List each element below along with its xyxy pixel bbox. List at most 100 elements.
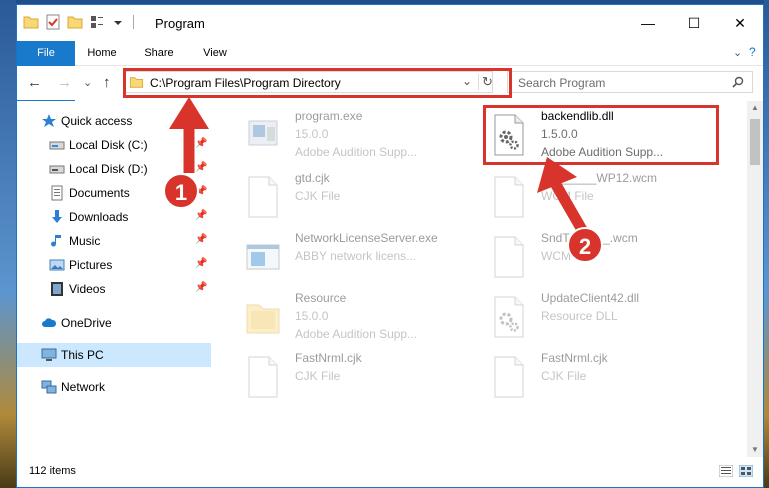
status-bar: 112 items [17, 457, 763, 487]
minimize-button[interactable]: — [625, 5, 671, 41]
file-type: WCM File [541, 189, 594, 203]
address-bar-highlight [123, 68, 512, 98]
file-item-networklicenseserver-exe[interactable]: NetworkLicenseServer.exe ABBY network li… [237, 227, 477, 287]
scroll-up-icon[interactable]: ▲ [751, 103, 759, 112]
ribbon: File Home Share View ⌄ ? [17, 41, 763, 101]
file-name: Resource [295, 291, 347, 305]
window-exe-icon [246, 244, 280, 270]
file-explorer-window: Program — ☐ ✕ File Home Share View ⌄ ? ←… [16, 4, 764, 488]
sidebar-item-label: Pictures [69, 258, 113, 272]
file-item-fastnrml-cjk[interactable]: FastNrml.cjk CJK File [237, 347, 477, 407]
file-item-resource[interactable]: Resource 15.0.0 Adobe Audition Supp... [237, 287, 477, 347]
sidebar-item-label: Local Disk (C:) [69, 138, 148, 152]
sidebar-item-this-pc[interactable]: This PC [17, 343, 211, 367]
file-item-updateclient42-dll[interactable]: UpdateClient42.dll Resource DLL [483, 287, 723, 347]
desktop-wallpaper-left [0, 0, 16, 488]
up-button[interactable]: ↑ [103, 74, 111, 91]
vertical-scrollbar[interactable]: ▲ ▼ [747, 101, 763, 457]
pin-icon[interactable]: 📌 [195, 210, 207, 221]
download-icon [52, 210, 62, 223]
customize-toolbar-icon[interactable] [113, 14, 123, 30]
scroll-down-icon[interactable]: ▼ [751, 445, 759, 454]
file-description: ABBY network licens... [295, 249, 417, 263]
file-version: 15.0.0 [295, 309, 329, 323]
file-item-gtd-cjk[interactable]: gtd.cjk CJK File [237, 167, 477, 227]
sidebar-item-onedrive[interactable]: OneDrive [17, 311, 211, 335]
file-type: CJK File [295, 189, 341, 203]
pin-icon[interactable]: 📌 [195, 282, 207, 293]
item-count: 112 items [29, 465, 76, 477]
file-name: UpdateClient42.dll [541, 291, 640, 305]
network-icon [41, 380, 57, 394]
title-bar: Program — ☐ ✕ [17, 5, 763, 41]
navigation-pane: Quick access Local Disk (C:) 📌 Local Dis… [17, 101, 211, 457]
sidebar-item-videos[interactable]: Videos 📌 [17, 277, 211, 301]
pin-icon[interactable]: 📌 [195, 162, 207, 173]
file-name: SF______WP12.wcm [541, 171, 658, 185]
recent-locations-button[interactable]: ⌄ [83, 76, 92, 89]
help-icon[interactable]: ? [749, 45, 756, 59]
view-options-icon[interactable] [89, 14, 105, 30]
target-file-highlight [483, 105, 719, 165]
step-1-badge: 1 [163, 173, 199, 209]
step-2-badge: 2 [567, 227, 603, 263]
large-icons-view-icon[interactable] [739, 465, 753, 477]
exe-icon [248, 120, 278, 146]
pin-icon[interactable]: 📌 [195, 138, 207, 149]
search-icon[interactable] [732, 76, 744, 88]
sidebar-item-label: OneDrive [61, 316, 112, 330]
file-item-sndt-wcm[interactable]: SndT______.wcm WCM File [483, 227, 723, 287]
file-type: CJK File [541, 369, 587, 383]
close-button[interactable]: ✕ [717, 5, 763, 41]
blank-file-icon [494, 176, 524, 218]
divider-icon [133, 15, 134, 29]
tab-home[interactable]: Home [81, 41, 123, 65]
sidebar-item-label: Network [61, 380, 106, 394]
window-title: Program [155, 16, 205, 31]
file-name: FastNrml.cjk [295, 351, 362, 365]
file-item-program-exe[interactable]: program.exe 15.0.0 Adobe Audition Supp..… [237, 105, 477, 165]
sidebar-item-local-disk-c[interactable]: Local Disk (C:) 📌 [17, 133, 211, 157]
drive-icon [49, 165, 65, 174]
pin-icon[interactable]: 📌 [195, 234, 207, 245]
back-button[interactable]: ← [27, 74, 42, 91]
file-type: CJK File [295, 369, 341, 383]
search-input[interactable]: Search Program [507, 71, 753, 93]
file-description: Adobe Audition Supp... [295, 145, 418, 159]
sidebar-item-quick-access[interactable]: Quick access [17, 109, 211, 133]
scroll-thumb[interactable] [750, 119, 760, 165]
sidebar-item-pictures[interactable]: Pictures 📌 [17, 253, 211, 277]
blank-file-icon [494, 356, 524, 398]
sidebar-item-label: Downloads [69, 210, 129, 224]
blank-file-icon [248, 356, 278, 398]
blank-file-icon [248, 176, 278, 218]
new-folder-icon[interactable] [67, 14, 83, 30]
file-name: program.exe [295, 109, 363, 123]
file-name: NetworkLicenseServer.exe [295, 231, 438, 245]
sidebar-item-network[interactable]: Network [17, 375, 211, 399]
sidebar-item-label: Music [69, 234, 101, 248]
file-item-fastnrml-cjk-2[interactable]: FastNrml.cjk CJK File [483, 347, 723, 407]
pictures-icon [49, 259, 65, 271]
pin-icon[interactable]: 📌 [195, 258, 207, 269]
tab-share[interactable]: Share [137, 41, 181, 65]
tab-view[interactable]: View [195, 41, 235, 65]
music-icon [51, 235, 61, 247]
file-name: gtd.cjk [295, 171, 330, 185]
file-version: 15.0.0 [295, 127, 329, 141]
details-view-icon[interactable] [719, 465, 733, 477]
blank-file-icon [494, 236, 524, 278]
videos-icon [51, 282, 63, 296]
expand-ribbon-icon[interactable]: ⌄ [733, 46, 742, 59]
dll-gear-icon [494, 296, 524, 338]
file-name: FastNrml.cjk [541, 351, 608, 365]
sidebar-item-music[interactable]: Music 📌 [17, 229, 211, 253]
maximize-button[interactable]: ☐ [671, 5, 717, 41]
forward-button[interactable]: → [57, 74, 72, 91]
properties-icon[interactable] [45, 14, 61, 30]
search-placeholder: Search Program [518, 76, 606, 90]
file-item-wcm[interactable]: SF______WP12.wcm WCM File [483, 167, 723, 227]
sidebar-item-label: Videos [69, 282, 106, 296]
folder-icon [23, 16, 39, 29]
star-icon [42, 114, 56, 127]
